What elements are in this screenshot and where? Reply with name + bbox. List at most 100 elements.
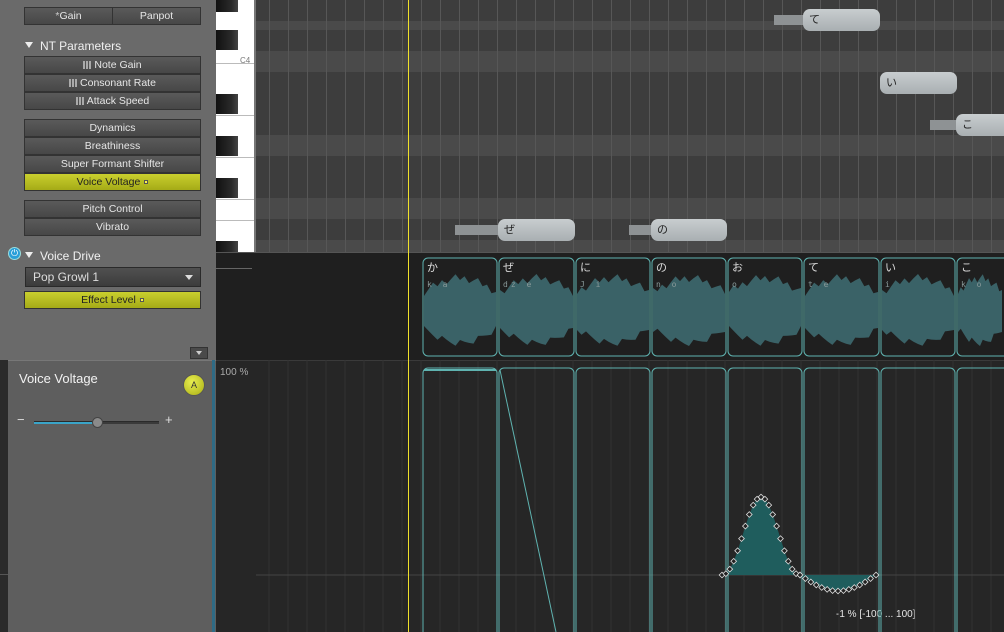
grid-line — [744, 0, 745, 252]
parameter-segment — [956, 367, 1004, 632]
parameter-segment — [880, 367, 956, 632]
white-key-border — [216, 157, 254, 158]
grid-line — [535, 0, 536, 252]
panel-dropdown-button[interactable] — [190, 347, 208, 359]
grid-line — [592, 0, 593, 252]
grid-line — [288, 0, 289, 252]
grid-line — [858, 0, 859, 252]
phoneme-lyric: お — [732, 261, 743, 274]
divider — [0, 574, 8, 575]
collapse-triangle-icon — [25, 42, 33, 48]
grid-line — [801, 0, 802, 252]
grid-line — [820, 0, 821, 252]
grid-line — [402, 0, 403, 252]
phoneme-romaji: J i — [580, 280, 603, 289]
power-icon[interactable]: ⏻ — [8, 247, 21, 260]
phoneme-romaji: n o — [656, 280, 679, 289]
panel-edge — [212, 360, 215, 632]
grid-line — [839, 0, 840, 252]
phoneme-romaji: k a — [427, 280, 450, 289]
piano-roll[interactable]: ていこぜ の — [256, 0, 1004, 252]
chevron-down-icon — [185, 275, 193, 280]
slider-knob[interactable] — [91, 417, 103, 428]
note-block[interactable]: て — [803, 9, 880, 31]
piano-keyboard[interactable]: C4 — [216, 0, 256, 252]
grid-line — [896, 0, 897, 252]
grid-line — [763, 0, 764, 252]
phoneme-lyric: の — [656, 261, 667, 274]
note-block[interactable]: の — [651, 219, 727, 241]
phoneme-romaji: o — [732, 280, 740, 289]
phoneme-romaji: i — [885, 280, 893, 289]
bars-icon — [83, 61, 92, 69]
note-block[interactable]: こ — [956, 114, 1004, 136]
dynamics-button[interactable]: Dynamics — [24, 119, 201, 137]
black-key[interactable] — [216, 136, 238, 156]
black-key[interactable] — [216, 0, 238, 12]
note-block[interactable]: い — [880, 72, 957, 94]
grid-line — [630, 0, 631, 252]
voice-voltage-button[interactable]: Voice Voltage — [24, 173, 201, 191]
pitch-control-button[interactable]: Pitch Control — [24, 200, 201, 218]
vibrato-button[interactable]: Vibrato — [24, 218, 201, 236]
black-key[interactable] — [216, 94, 238, 114]
auto-button[interactable]: A — [183, 374, 205, 396]
white-key-border — [216, 199, 254, 200]
grid-line — [478, 0, 479, 252]
note-gain-button[interactable]: Note Gain — [24, 56, 201, 74]
super-formant-shifter-button[interactable]: Super Formant Shifter — [24, 155, 201, 173]
parameter-panel: *Gain Panpot NT Parameters Note Gain Con… — [0, 0, 216, 360]
note-block[interactable]: ぜ — [498, 219, 575, 241]
timeline-overlay: か k a ぜ dz e に J i の n o おo て t e いi こ k o — [256, 257, 1004, 632]
active-indicator-icon — [139, 298, 144, 303]
consonant-rate-button[interactable]: Consonant Rate — [24, 74, 201, 92]
grid-line — [421, 0, 422, 252]
grid-line — [611, 0, 612, 252]
parameter-segment — [803, 367, 880, 632]
panpot-button[interactable]: Panpot — [112, 7, 201, 25]
phoneme-lyric: て — [808, 261, 819, 274]
black-key[interactable] — [216, 178, 238, 198]
white-key-border — [216, 115, 254, 116]
black-key[interactable] — [216, 30, 238, 50]
grid-line — [649, 0, 650, 252]
grid-line — [725, 0, 726, 252]
grid-line — [782, 0, 783, 252]
voice-voltage-slider[interactable] — [34, 417, 159, 428]
divider — [216, 268, 252, 269]
grid-line — [269, 0, 270, 252]
attack-speed-button[interactable]: Attack Speed — [24, 92, 201, 110]
parameter-segment — [422, 367, 498, 632]
grid-line — [573, 0, 574, 252]
breathiness-button[interactable]: Breathiness — [24, 137, 201, 155]
voice-drive-header[interactable]: Voice Drive — [25, 249, 101, 263]
curve-line — [499, 369, 557, 632]
grid-line — [459, 0, 460, 252]
grid-line — [554, 0, 555, 252]
effect-level-button[interactable]: Effect Level — [24, 291, 201, 309]
gain-button[interactable]: *Gain — [24, 7, 113, 25]
white-key-border — [216, 220, 254, 221]
grid-line — [687, 0, 688, 252]
phoneme-romaji: k o — [961, 280, 984, 289]
slider-plus-button[interactable]: + — [165, 412, 173, 427]
black-key[interactable] — [216, 241, 238, 252]
phoneme-lyric: ぜ — [503, 261, 514, 274]
nt-parameters-header[interactable]: NT Parameters — [25, 39, 121, 53]
slider-minus-button[interactable]: − — [17, 412, 25, 427]
phoneme-romaji: dz e — [503, 280, 534, 289]
voice-drive-preset-select[interactable]: Pop Growl 1 — [25, 267, 201, 287]
bars-icon — [69, 79, 78, 87]
grid-line — [497, 0, 498, 252]
grid-line — [706, 0, 707, 252]
voice-voltage-property-panel: Voice Voltage A − + — [8, 360, 216, 632]
active-indicator-icon — [144, 180, 149, 185]
grid-line — [877, 0, 878, 252]
bars-icon — [75, 97, 84, 105]
grid-line — [516, 0, 517, 252]
parameter-segment — [651, 367, 727, 632]
grid-line — [326, 0, 327, 252]
grid-line — [440, 0, 441, 252]
playhead[interactable] — [408, 0, 409, 632]
phoneme-lyric: こ — [961, 261, 972, 274]
